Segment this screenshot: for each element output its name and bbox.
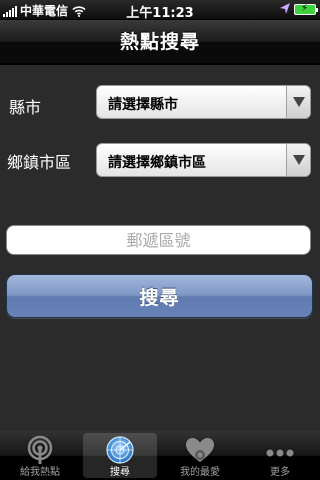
tab-label: 我的最愛 <box>180 467 220 478</box>
tab-bar: 給我熱點 搜尋 我的最愛 更多 <box>0 431 320 480</box>
chevron-down-icon <box>286 86 310 118</box>
district-label: 鄉鎮市區 <box>7 153 72 172</box>
status-bar: 中華電信 上午11:23 ⚡ <box>0 0 320 21</box>
county-picker[interactable]: 請選擇縣市 <box>96 85 311 119</box>
county-label: 縣市 <box>9 98 42 117</box>
district-picker[interactable]: 請選擇鄉鎮市區 <box>96 143 311 177</box>
page-title: 熱點搜尋 <box>119 31 200 53</box>
tab-my-favorites[interactable]: 我的最愛 <box>160 431 240 480</box>
tab-label: 更多 <box>270 467 290 478</box>
tab-more[interactable]: 更多 <box>240 431 320 480</box>
tab-label: 搜尋 <box>110 467 130 478</box>
radar-search-icon <box>106 436 134 464</box>
battery-icon: ⚡ <box>294 2 318 15</box>
county-picker-value: 請選擇縣市 <box>108 97 178 113</box>
navigation-bar: 熱點搜尋 <box>0 20 320 64</box>
tab-search[interactable]: 搜尋 <box>80 431 160 480</box>
search-form: 縣市 請選擇縣市 鄉鎮市區 請選擇鄉鎮市區 搜尋 <box>0 65 320 431</box>
status-right: ⚡ <box>280 2 318 15</box>
tab-label: 給我熱點 <box>20 467 60 478</box>
status-time: 上午11:23 <box>126 6 194 21</box>
favorite-heart-icon <box>186 438 214 462</box>
more-dots-icon <box>266 449 294 457</box>
chevron-down-icon <box>286 144 310 176</box>
search-button[interactable]: 搜尋 <box>6 274 313 318</box>
location-arrow-icon <box>280 3 290 14</box>
charging-bolt-icon: ⚡ <box>301 2 309 14</box>
hotspot-icon <box>27 435 53 464</box>
zip-code-input[interactable] <box>6 225 311 255</box>
tab-give-hotspot[interactable]: 給我熱點 <box>0 431 80 480</box>
district-picker-value: 請選擇鄉鎮市區 <box>108 155 206 171</box>
